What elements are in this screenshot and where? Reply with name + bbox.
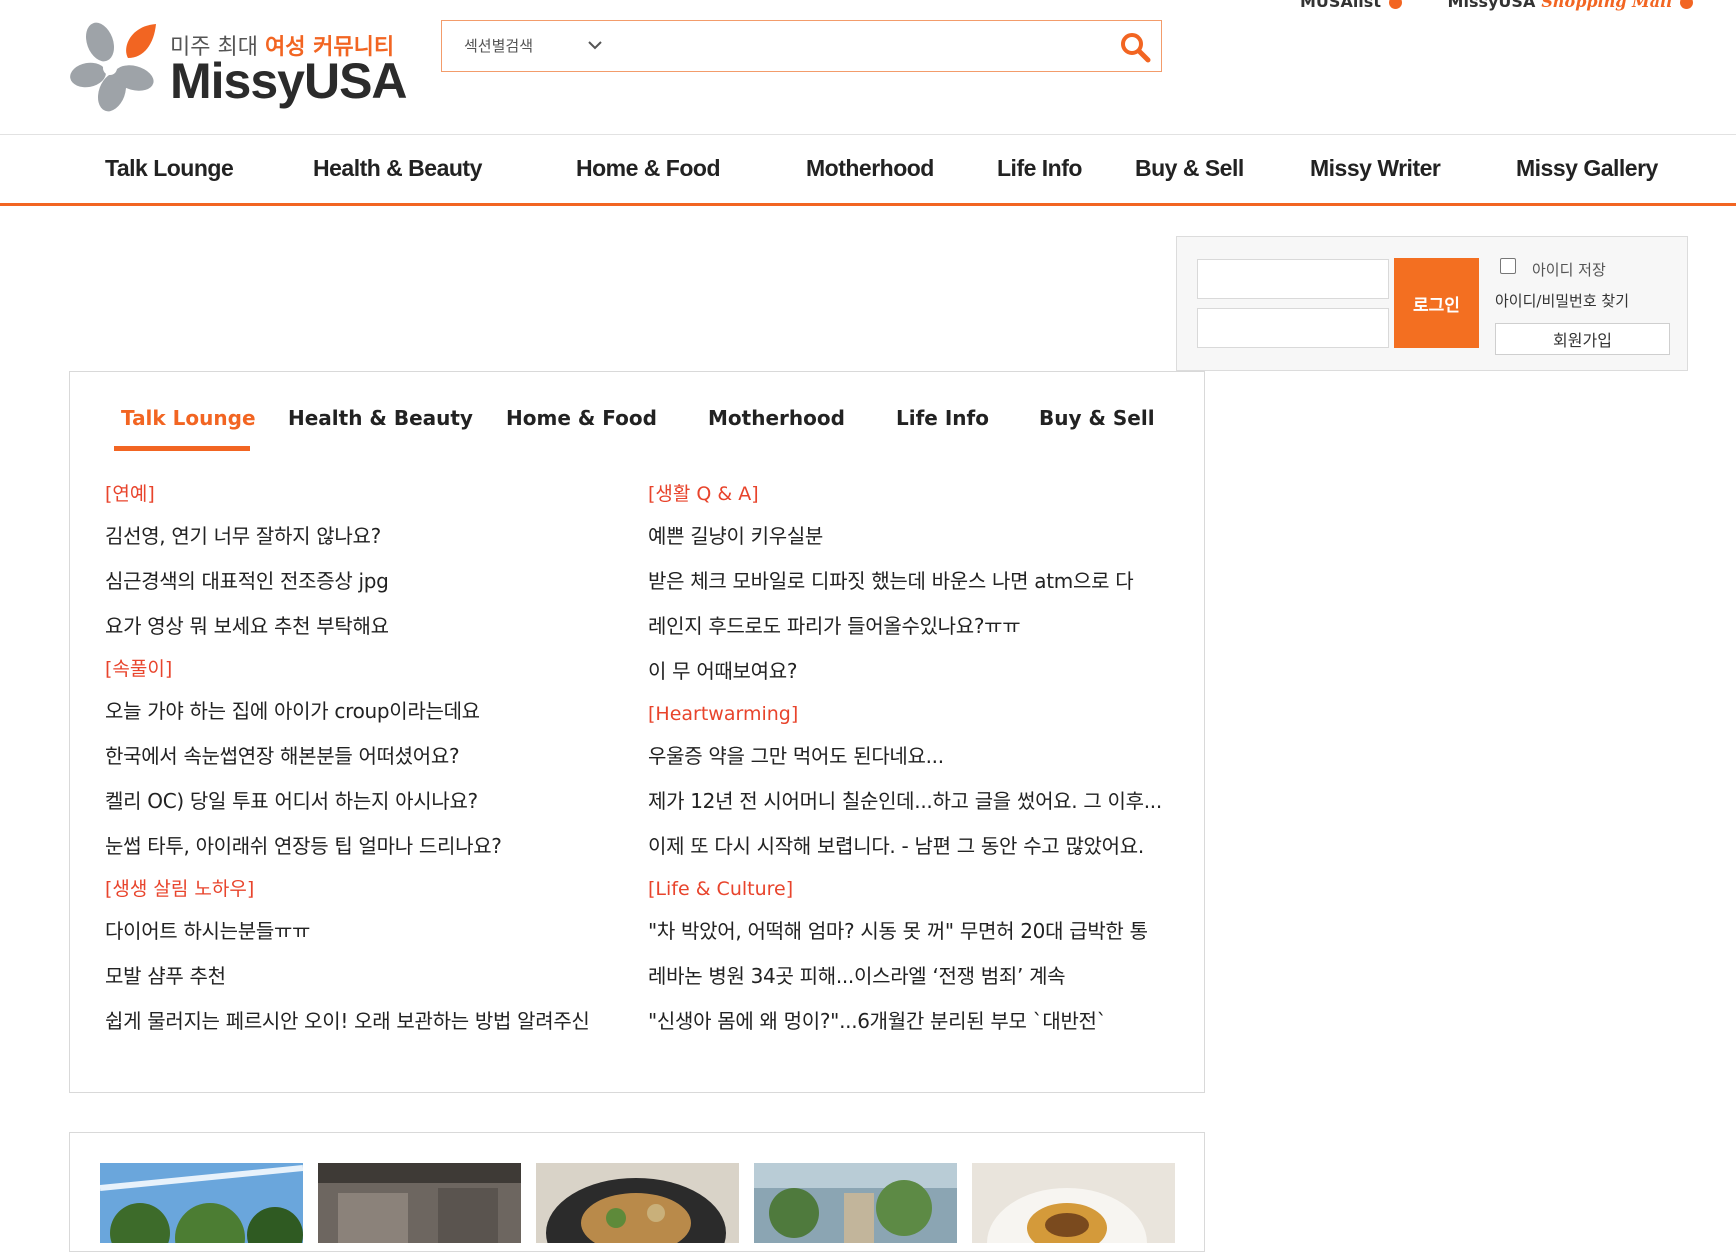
post-link[interactable]: 요가 영상 뭐 보세요 추천 부탁해요 xyxy=(105,604,625,649)
section-select-label: 섹션별검색 xyxy=(464,37,534,55)
tree-sky-photo[interactable] xyxy=(100,1163,303,1243)
tab-talk-lounge[interactable]: Talk Lounge xyxy=(121,406,256,430)
nav-motherhood[interactable]: Motherhood xyxy=(806,155,934,182)
shopping-mall-label: Shopping Mall xyxy=(1541,0,1673,11)
post-board: Talk Lounge Health & Beauty Home & Food … xyxy=(69,371,1205,1093)
shopping-brand-label: MissyUSA xyxy=(1447,0,1536,11)
musalist-label: MUSAlist xyxy=(1300,0,1381,11)
search-input[interactable] xyxy=(622,29,1106,65)
tab-motherhood[interactable]: Motherhood xyxy=(708,406,845,430)
post-link[interactable]: 레바논 병원 34곳 피해...이스라엘 ‘전쟁 범죄’ 계속 xyxy=(648,954,1168,999)
search-icon xyxy=(1121,33,1151,63)
search-button[interactable] xyxy=(1117,29,1153,65)
remember-id-label: 아이디 저장 xyxy=(1532,261,1606,279)
houseplant-photo[interactable] xyxy=(754,1163,957,1243)
post-link[interactable]: 한국에서 속눈썹연장 해본분들 어떠셨어요? xyxy=(105,734,625,779)
post-link[interactable]: 우울증 약을 그만 먹어도 된다네요... xyxy=(648,734,1168,779)
tab-buy-sell[interactable]: Buy & Sell xyxy=(1039,406,1155,430)
post-link[interactable]: 눈썹 타투, 아이래쉬 연장등 팁 얼마나 드리나요? xyxy=(105,824,625,869)
category-label[interactable]: [Heartwarming] xyxy=(648,694,1168,734)
join-button[interactable]: 회원가입 xyxy=(1495,323,1670,355)
post-link[interactable]: 쉽게 물러지는 페르시안 오이! 오래 보관하는 방법 알려주신 xyxy=(105,999,625,1044)
nav-life-info[interactable]: Life Info xyxy=(997,155,1082,182)
flower-logo-icon xyxy=(70,22,156,112)
post-column-right: [생활 Q & A] 예쁜 길냥이 키우실분 받은 체크 모바일로 디파짓 했는… xyxy=(648,474,1168,1044)
post-link[interactable]: 켈리 OC) 당일 투표 어디서 하는지 아시나요? xyxy=(105,779,625,824)
active-tab-indicator xyxy=(114,446,250,451)
photo-gallery xyxy=(69,1132,1205,1252)
password-input[interactable] xyxy=(1197,308,1389,348)
tab-life-info[interactable]: Life Info xyxy=(896,406,989,430)
category-label[interactable]: [속풀이] xyxy=(105,649,625,689)
section-search-select[interactable]: 섹션별검색 xyxy=(464,35,533,56)
post-link[interactable]: 오늘 가야 하는 집에 아이가 croup이라는데요 xyxy=(105,689,625,734)
plated-food-photo[interactable] xyxy=(972,1163,1175,1243)
kitchen-photo[interactable] xyxy=(318,1163,521,1243)
login-box: 로그인 아이디 저장 아이디/비밀번호 찾기 회원가입 xyxy=(1176,236,1688,371)
post-link[interactable]: 모발 샴푸 추천 xyxy=(105,954,625,999)
tab-home-food[interactable]: Home & Food xyxy=(506,406,657,430)
remember-id-checkbox[interactable] xyxy=(1500,258,1516,274)
logo-wordmark: MissyUSA xyxy=(170,53,408,109)
username-input[interactable] xyxy=(1197,259,1389,299)
category-label[interactable]: [Life & Culture] xyxy=(648,869,1168,909)
post-column-left: [연예] 김선영, 연기 너무 잘하지 않나요? 심근경색의 대표적인 전조증상… xyxy=(105,474,625,1044)
arrow-circle-icon xyxy=(1388,0,1402,9)
nav-buy-sell[interactable]: Buy & Sell xyxy=(1135,155,1244,182)
post-link[interactable]: "신생아 몸에 왜 멍이?"...6개월간 분리된 부모 `대반전` xyxy=(648,999,1168,1044)
shopping-mall-link[interactable]: MissyUSA Shopping Mall xyxy=(1448,0,1694,11)
salad-dish-photo[interactable] xyxy=(536,1163,739,1243)
post-link[interactable]: 레인지 후드로도 파리가 들어올수있나요?ㅠㅠ xyxy=(648,604,1168,649)
main-nav: Talk Lounge Health & Beauty Home & Food … xyxy=(0,134,1736,206)
post-link[interactable]: 예쁜 길냥이 키우실분 xyxy=(648,514,1168,559)
search-bar: 섹션별검색 xyxy=(441,20,1162,72)
chevron-down-icon[interactable] xyxy=(585,35,605,55)
post-link[interactable]: 이 무 어때보여요? xyxy=(648,649,1168,694)
post-link[interactable]: 다이어트 하시는분들ㅠㅠ xyxy=(105,909,625,954)
login-button[interactable]: 로그인 xyxy=(1394,258,1479,348)
nav-home-food[interactable]: Home & Food xyxy=(576,155,721,182)
category-label[interactable]: [생생 살림 노하우] xyxy=(105,869,625,909)
post-link[interactable]: 심근경색의 대표적인 전조증상 jpg xyxy=(105,559,625,604)
post-link[interactable]: "차 박았어, 어떡해 엄마? 시동 못 꺼" 무면허 20대 급박한 통 xyxy=(648,909,1168,954)
arrow-circle-icon xyxy=(1680,0,1694,9)
nav-missy-gallery[interactable]: Missy Gallery xyxy=(1516,155,1658,182)
nav-talk-lounge[interactable]: Talk Lounge xyxy=(105,155,234,182)
post-link[interactable]: 제가 12년 전 시어머니 칠순인데...하고 글을 썼어요. 그 이후... xyxy=(648,779,1168,824)
tab-health-beauty[interactable]: Health & Beauty xyxy=(288,406,473,430)
nav-missy-writer[interactable]: Missy Writer xyxy=(1310,155,1441,182)
nav-health-beauty[interactable]: Health & Beauty xyxy=(313,155,482,182)
musalist-link[interactable]: MUSAlist xyxy=(1300,0,1402,11)
site-logo[interactable]: 미주 최대 여성 커뮤니티 MissyUSA xyxy=(70,20,408,115)
category-label[interactable]: [생활 Q & A] xyxy=(648,474,1168,514)
post-link[interactable]: 이제 또 다시 시작해 보렵니다. - 남편 그 동안 수고 많았어요. xyxy=(648,824,1168,869)
post-link[interactable]: 김선영, 연기 너무 잘하지 않나요? xyxy=(105,514,625,559)
find-account-link[interactable]: 아이디/비밀번호 찾기 xyxy=(1495,290,1629,311)
category-label[interactable]: [연예] xyxy=(105,474,625,514)
top-links: MUSAlist MissyUSA Shopping Mall xyxy=(1300,0,1694,12)
post-link[interactable]: 받은 체크 모바일로 디파짓 했는데 바운스 나면 atm으로 다 xyxy=(648,559,1168,604)
